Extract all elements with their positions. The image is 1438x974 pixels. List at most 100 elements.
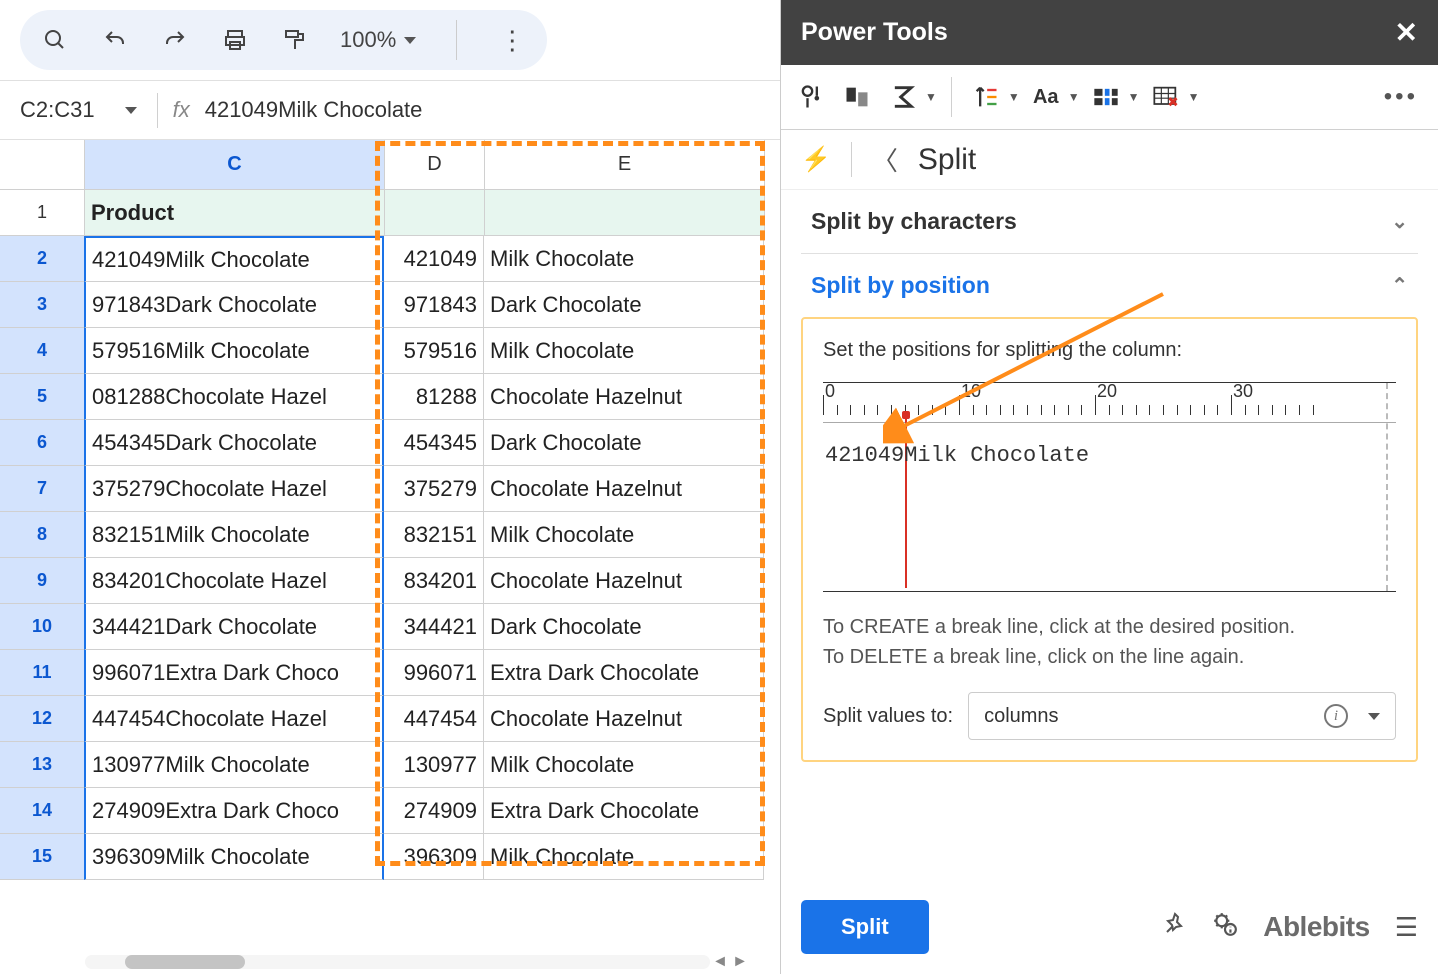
break-handle[interactable] [902, 411, 910, 419]
cell[interactable]: 375279 [384, 466, 484, 512]
cell[interactable]: 454345 [384, 420, 484, 466]
cell[interactable]: Extra Dark Chocolate [484, 788, 764, 834]
split-icon[interactable] [1086, 77, 1126, 117]
row-header[interactable]: 9 [0, 558, 85, 604]
cell[interactable]: 421049 [384, 236, 484, 282]
cell[interactable]: Chocolate Hazelnut [484, 466, 764, 512]
scroll-right-icon[interactable]: ► [730, 953, 750, 971]
cell[interactable]: Milk Chocolate [484, 328, 764, 374]
cell[interactable]: Milk Chocolate [484, 742, 764, 788]
cell[interactable]: 832151Milk Chocolate [84, 512, 384, 558]
row-header[interactable]: 6 [0, 420, 85, 466]
name-box[interactable]: C2:C31 [0, 97, 157, 123]
col-header-c[interactable]: C [85, 140, 385, 190]
more-icon[interactable]: ••• [1384, 83, 1428, 111]
row-header[interactable]: 14 [0, 788, 85, 834]
accordion-header[interactable]: Split by characters ⌄ [801, 190, 1418, 253]
cell[interactable]: 130977 [384, 742, 484, 788]
paint-format-icon[interactable] [280, 28, 310, 52]
cell[interactable]: 396309 [384, 834, 484, 880]
cell[interactable]: 81288 [384, 374, 484, 420]
split-to-select[interactable]: columns i [968, 692, 1396, 740]
zoom-dropdown[interactable]: 100% [340, 27, 416, 53]
row-header[interactable]: 15 [0, 834, 85, 880]
chevron-down-icon[interactable]: ▼ [1128, 90, 1140, 104]
formula-text[interactable]: 421049Milk Chocolate [205, 97, 423, 123]
close-icon[interactable]: ✕ [1395, 16, 1418, 49]
back-icon[interactable]: 〈 [872, 141, 898, 178]
hamburger-icon[interactable]: ☰ [1395, 912, 1418, 943]
text-icon[interactable]: Aa [1026, 77, 1066, 117]
cell[interactable]: 834201 [384, 558, 484, 604]
scroll-thumb[interactable] [125, 955, 245, 969]
cell[interactable]: 396309Milk Chocolate [84, 834, 384, 880]
cell[interactable]: 579516Milk Chocolate [84, 328, 384, 374]
pin-icon[interactable] [1163, 912, 1187, 943]
scroll-track[interactable] [85, 955, 710, 969]
row-header[interactable]: 11 [0, 650, 85, 696]
row-header[interactable]: 1 [0, 190, 85, 236]
cell[interactable] [485, 190, 765, 236]
cell[interactable]: Chocolate Hazelnut [484, 374, 764, 420]
undo-icon[interactable] [100, 28, 130, 52]
break-line[interactable] [905, 413, 907, 588]
chevron-down-icon[interactable]: ▼ [1068, 90, 1080, 104]
cell[interactable]: 971843 [384, 282, 484, 328]
cell[interactable]: 971843Dark Chocolate [84, 282, 384, 328]
cell[interactable]: Chocolate Hazelnut [484, 558, 764, 604]
cell[interactable]: Dark Chocolate [484, 282, 764, 328]
scroll-left-icon[interactable]: ◄ [710, 953, 730, 971]
cell[interactable]: 274909Extra Dark Choco [84, 788, 384, 834]
row-header[interactable]: 10 [0, 604, 85, 650]
sum-icon[interactable] [883, 77, 923, 117]
cell[interactable]: 344421 [384, 604, 484, 650]
cell[interactable]: 375279Chocolate Hazel [84, 466, 384, 512]
cell[interactable]: 081288Chocolate Hazel [84, 374, 384, 420]
cell[interactable]: Chocolate Hazelnut [484, 696, 764, 742]
search-icon[interactable] [40, 28, 70, 52]
position-ruler[interactable]: 0102030 421049Milk Chocolate [823, 382, 1396, 592]
select-all-corner[interactable] [0, 140, 85, 190]
cell[interactable]: 834201Chocolate Hazel [84, 558, 384, 604]
chevron-down-icon[interactable]: ▼ [925, 90, 937, 104]
cell[interactable]: Milk Chocolate [484, 512, 764, 558]
cell[interactable]: 421049Milk Chocolate [84, 236, 384, 282]
bolt-icon[interactable]: ⚡ [801, 145, 831, 174]
cell[interactable]: Dark Chocolate [484, 420, 764, 466]
col-header-d[interactable]: D [385, 140, 485, 190]
settings-info-icon[interactable] [1212, 911, 1238, 944]
cell[interactable]: 996071 [384, 650, 484, 696]
row-header[interactable]: 2 [0, 236, 85, 282]
sort-icon[interactable] [966, 77, 1006, 117]
row-header[interactable]: 5 [0, 374, 85, 420]
row-header[interactable]: 7 [0, 466, 85, 512]
row-header[interactable]: 3 [0, 282, 85, 328]
accordion-header[interactable]: Split by position ⌃ [801, 254, 1418, 317]
cell[interactable]: 996071Extra Dark Choco [84, 650, 384, 696]
clear-icon[interactable] [1146, 77, 1186, 117]
print-icon[interactable] [220, 28, 250, 52]
row-header[interactable]: 13 [0, 742, 85, 788]
split-button[interactable]: Split [801, 900, 929, 954]
cell[interactable]: 447454 [384, 696, 484, 742]
col-header-e[interactable]: E [485, 140, 765, 190]
cell[interactable]: 447454Chocolate Hazel [84, 696, 384, 742]
cell[interactable] [385, 190, 485, 236]
cell[interactable]: Milk Chocolate [484, 236, 764, 282]
row-header[interactable]: 4 [0, 328, 85, 374]
compare-icon[interactable] [837, 77, 877, 117]
cell[interactable]: Extra Dark Chocolate [484, 650, 764, 696]
cell[interactable]: Dark Chocolate [484, 604, 764, 650]
more-icon[interactable]: ⋮ [497, 25, 527, 56]
redo-icon[interactable] [160, 28, 190, 52]
cell[interactable]: 454345Dark Chocolate [84, 420, 384, 466]
dedupe-icon[interactable] [791, 77, 831, 117]
info-icon[interactable]: i [1324, 704, 1348, 728]
chevron-down-icon[interactable]: ▼ [1008, 90, 1020, 104]
row-header[interactable]: 12 [0, 696, 85, 742]
row-header[interactable]: 8 [0, 512, 85, 558]
chevron-down-icon[interactable]: ▼ [1188, 90, 1200, 104]
cell[interactable]: 579516 [384, 328, 484, 374]
cell[interactable]: 130977Milk Chocolate [84, 742, 384, 788]
cell[interactable]: 274909 [384, 788, 484, 834]
